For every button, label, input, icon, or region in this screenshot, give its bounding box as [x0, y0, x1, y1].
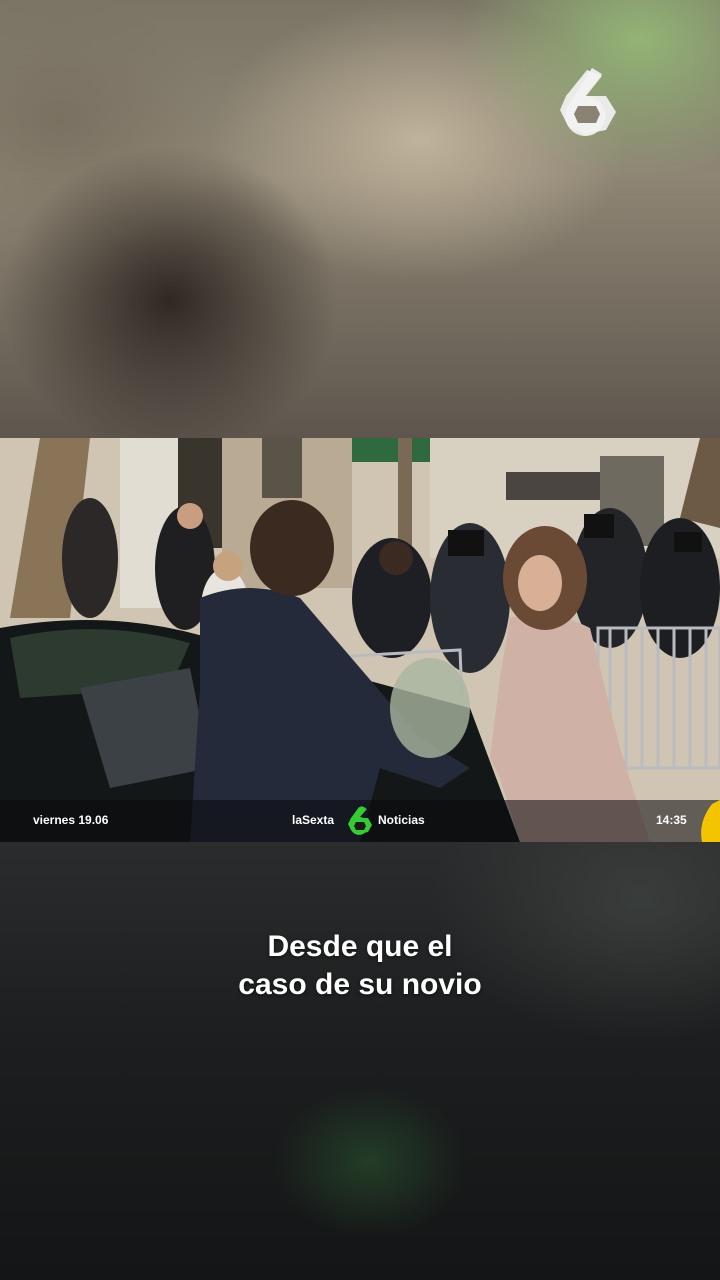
- blurred-background-bottom: [0, 842, 720, 1280]
- caption-line-2: caso de su novio: [238, 968, 482, 1001]
- caption-line-1: Desde que el: [267, 930, 453, 963]
- lasexta-6-logo-icon: [348, 806, 372, 835]
- video-scene: [0, 438, 720, 842]
- ticker-accent-marker: [701, 800, 720, 842]
- caption-subtitle: Desde que el caso de su novio: [160, 928, 560, 1004]
- ticker-date: viernes 19.06: [33, 813, 109, 827]
- lasexta-6-logo-icon: [560, 68, 616, 136]
- ticker-section-name: Noticias: [378, 813, 425, 827]
- video-frame[interactable]: viernes 19.06 laSexta Noticias 14:35: [0, 438, 720, 842]
- ticker-time: 14:35: [656, 813, 687, 827]
- ticker-brand-name: laSexta: [292, 813, 335, 827]
- news-ticker-bar: viernes 19.06 laSexta Noticias 14:35: [0, 800, 720, 842]
